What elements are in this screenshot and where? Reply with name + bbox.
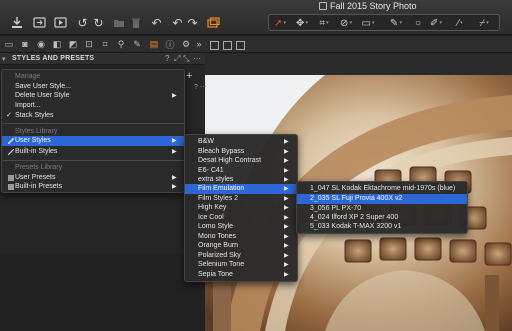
menu-item-built-in-styles[interactable]: Built-in Styles ▶ [2,147,184,157]
menu-divider [3,160,185,161]
viewer-top [205,53,512,75]
draw-mask-icon[interactable]: ✐ ▾ [429,16,443,30]
pin-icon[interactable]: ⤢ [174,54,180,64]
pointer-icon[interactable]: ➚ ▾ [273,16,287,30]
submenu-arrow-icon: ▶ [284,158,289,164]
menu-item-style-folder[interactable]: B&W ▶ [185,137,297,147]
submenu-arrow-icon: ▶ [284,272,289,278]
keystone-icon[interactable]: ▭ ▾ [361,16,375,30]
settings-icon[interactable]: ⚙ [180,38,192,50]
color-icon[interactable]: ◧ [51,38,63,50]
film-emulation-submenu: 1_047 SL Kodak Ektachrome mid-1970s (blu… [296,181,468,234]
menu-item-stack-styles[interactable]: ✓ Stack Styles [2,111,184,121]
submenu-arrow-icon: ▶ [284,262,289,268]
menu-item-style-folder[interactable]: Lomo Style ▶ [185,222,297,232]
options-icon[interactable]: ⋯ [193,54,201,63]
help-icon[interactable]: ? [165,54,169,63]
panel-header[interactable]: ▾ STYLES AND PRESETS ? ⤢ ⤡ ⋯ [0,53,205,65]
collapse-icon[interactable]: ▾ [2,55,6,63]
menu-header-manage: Manage [15,73,41,80]
menu-item-style-folder[interactable]: High Key ▶ [185,203,297,213]
process-icon[interactable] [54,16,67,29]
preset-icon [8,175,14,181]
user-styles-submenu: B&W ▶ Bleach Bypass ▶ Desat High Contrast ▶… [184,134,298,282]
menu-header-presets-library: Presets Library [15,164,63,171]
menu-item-style-fuji-provia[interactable]: 2_035 SL Fuji Provia 400X v2 [297,194,467,204]
menu-item-style[interactable]: 5_033 Kodak T-MAX 3200 v1 [297,222,467,232]
style-brush-icon [7,148,15,156]
single-view-icon[interactable] [210,41,219,50]
submenu-arrow-icon: ▶ [172,149,177,155]
picker-icon[interactable]: ⌿ ▾ [477,16,491,30]
circle-icon[interactable]: ○ [411,16,425,30]
details-icon[interactable]: ⊡ [83,38,95,50]
menu-item-style-folder[interactable]: Orange Burn ▶ [185,241,297,251]
trash-icon[interactable] [129,16,142,29]
rotate-left-icon[interactable]: ↺ [76,16,89,29]
menu-item-style-folder[interactable]: Selenium Tone ▶ [185,260,297,270]
tool-tabs: ▭ ◙ ◉ ◧ ◩ ⊡ ⌗ ⚲ ✎ ▤ ⓘ ⚙ » [0,36,512,53]
menu-item-user-styles[interactable]: User Styles ▶ [2,136,184,146]
grid-view-icon[interactable] [236,41,245,50]
menu-item-style[interactable]: 1_047 SL Kodak Ektachrome mid-1970s (blu… [297,184,467,194]
document-icon [319,2,327,10]
menu-item-delete-user-style[interactable]: Delete User Style ▶ [2,91,184,101]
local-adjust-icon[interactable]: ⚲ [115,38,127,50]
undo-icon[interactable]: ↶ [150,16,163,29]
export-icon[interactable] [33,16,46,29]
capture-icon[interactable]: ◙ [19,38,31,50]
submenu-arrow-icon: ▶ [284,139,289,145]
crop-icon[interactable]: ⌗ ▾ [317,16,331,30]
redo-icon[interactable]: ↷ [186,16,199,29]
straighten-icon[interactable]: ⊘ ▾ [339,16,353,30]
menu-item-import[interactable]: Import... [2,101,184,111]
panel-options-icon[interactable]: ? ⋯ [194,83,207,91]
menu-item-style-folder[interactable]: Desat High Contrast ▶ [185,156,297,166]
submenu-arrow-icon: ▶ [172,184,177,190]
more-icon[interactable]: » [193,38,205,50]
pan-icon[interactable]: ✥ ▾ [295,16,309,30]
menu-divider [3,123,185,124]
import-icon[interactable] [10,16,23,29]
submenu-arrow-icon: ▶ [172,93,177,99]
window-title: Fall 2015 Story Photo [330,1,417,11]
submenu-arrow-icon: ▶ [284,243,289,249]
brush-icon[interactable]: ✎ ▾ [389,16,403,30]
expand-icon[interactable]: ⤡ [183,54,189,64]
submenu-arrow-icon: ▶ [284,224,289,230]
cursor-tools: ➚ ▾ ✥ ▾ ⌗ ▾ ⊘ ▾ ▭ ▾ ✎ ▾ ○ ✐ ▾ ⁄ ▾ ⌿ ▾ [268,14,500,31]
multi-view-icon[interactable] [223,41,232,50]
main-toolbar: Fall 2015 Story Photo ↺ ↻ ↶ ↶ ↷ ➚ ▾ ✥ ▾ ⌗ ▾… [0,0,512,35]
submenu-arrow-icon: ▶ [172,138,177,144]
folder-icon[interactable] [112,16,125,29]
styles-tab-icon[interactable]: ▤ [148,38,160,50]
undo-icon[interactable]: ↶ [171,16,184,29]
panel-empty-area [0,253,205,331]
preset-icon [8,184,14,190]
library-icon[interactable]: ▭ [3,38,15,50]
panel-title: STYLES AND PRESETS [12,55,95,62]
styles-menu: Manage Save User Style... Delete User St… [1,69,185,193]
menu-item-film-emulation[interactable]: Film Emulation ▶ [185,184,297,194]
rotate-right-icon[interactable]: ↻ [92,16,105,29]
exposure-icon[interactable]: ◩ [67,38,79,50]
eyedropper-icon[interactable]: ⁄ ▾ [453,16,467,30]
submenu-arrow-icon: ▶ [284,186,289,192]
lens-icon[interactable]: ◉ [35,38,47,50]
adjustments-icon[interactable]: ✎ [131,38,143,50]
crop-tab-icon[interactable]: ⌗ [99,38,111,50]
checkmark-icon: ✓ [6,112,12,119]
add-style-icon[interactable]: + [186,70,192,82]
menu-item-built-in-presets[interactable]: Built-in Presets ▶ [2,182,184,192]
layers-icon[interactable] [207,16,220,29]
menu-item-style-folder[interactable]: Sepia Tone ▶ [185,270,297,280]
submenu-arrow-icon: ▶ [284,205,289,211]
style-brush-icon [7,137,15,145]
metadata-icon[interactable]: ⓘ [164,38,176,50]
